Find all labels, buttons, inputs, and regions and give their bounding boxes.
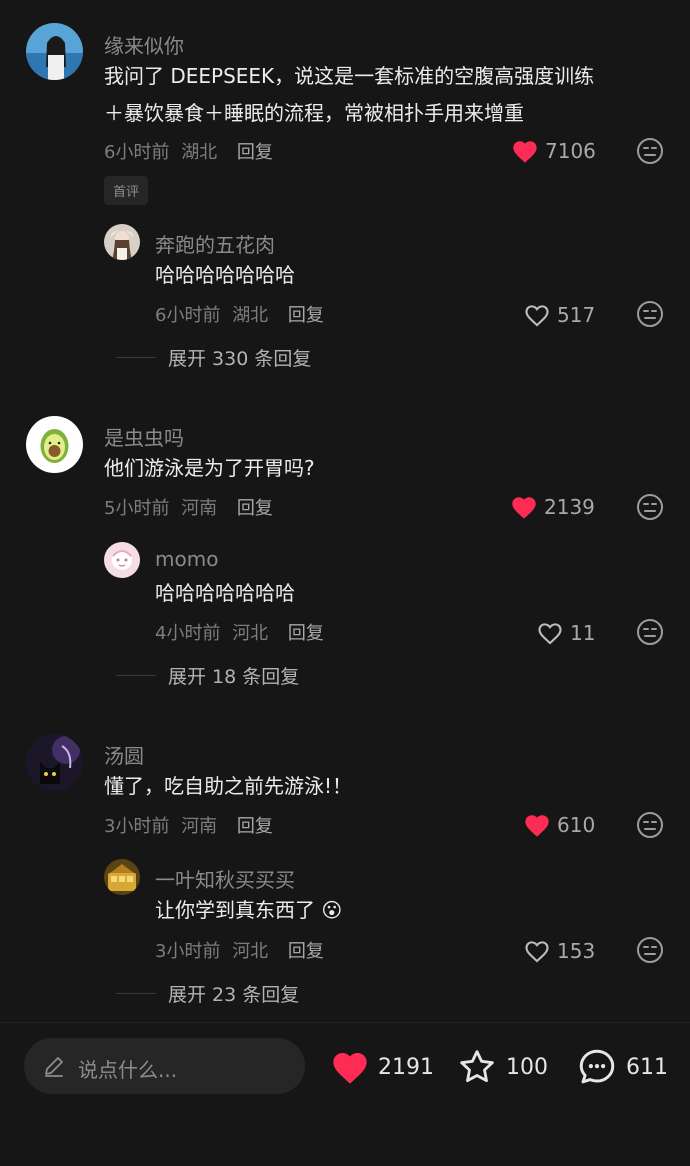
reply-time: 6小时前: [155, 305, 221, 326]
like-button[interactable]: 2139: [510, 492, 595, 522]
heart-filled-icon: [512, 497, 536, 519]
comment-username[interactable]: 是虫虫吗: [104, 422, 184, 451]
comment-text-line: 他们游泳是为了开胃吗?: [104, 456, 315, 480]
dislike-face-icon: [637, 937, 663, 963]
comment-meta: 3小时前 河南 回复: [104, 812, 273, 838]
like-count: 610: [557, 813, 596, 837]
expand-divider-line: [116, 356, 156, 358]
comment-text-line: ＋暴饮暴食＋睡眠的流程，常被相扑手用来增重: [104, 101, 524, 125]
heart-outline-icon: [525, 941, 549, 963]
star-icon: [460, 1050, 494, 1083]
dislike-face-icon: [637, 812, 663, 838]
expand-replies-label: 展开 23 条回复: [168, 983, 300, 1006]
comment-text-line: 我问了 DEEPSEEK，说这是一套标准的空腹高强度训练: [104, 64, 595, 88]
like-button[interactable]: 517: [523, 300, 595, 330]
like-count: 153: [557, 939, 596, 963]
dislike-face-icon: [637, 301, 663, 327]
comment-bubble-icon: [579, 1049, 615, 1084]
comment-location: 河南: [181, 498, 218, 519]
pencil-icon: [45, 1057, 63, 1077]
reply-button[interactable]: 回复: [237, 816, 273, 837]
like-button[interactable]: 7106: [511, 136, 596, 166]
dislike-button[interactable]: [636, 618, 666, 648]
dislike-button[interactable]: [636, 137, 666, 167]
reply-username[interactable]: momo: [155, 547, 218, 571]
reply-meta: 6小时前 湖北 回复: [155, 301, 324, 327]
heart-outline-icon: [538, 623, 562, 645]
comment-action[interactable]: 611: [576, 1045, 668, 1089]
reply-location: 湖北: [232, 305, 269, 326]
first-comment-badge: 首评: [104, 176, 149, 205]
reply-meta: 3小时前 河北 回复: [155, 937, 324, 963]
heart-filled-icon: [333, 1053, 367, 1084]
reply-location: 河北: [232, 623, 269, 644]
reply-avatar[interactable]: [104, 542, 140, 578]
expand-replies-button[interactable]: 展开 330 条回复: [116, 345, 312, 370]
expand-replies-button[interactable]: 展开 18 条回复: [116, 663, 300, 688]
dislike-button[interactable]: [636, 493, 666, 523]
reply-meta: 4小时前 河北 回复: [155, 619, 324, 645]
comment-location: 河南: [181, 816, 218, 837]
avatar[interactable]: [26, 416, 83, 473]
comment-input-placeholder: 说点什么...: [78, 1058, 178, 1082]
expand-replies-label: 展开 18 条回复: [168, 665, 300, 688]
favorite-count: 100: [506, 1054, 548, 1080]
like-count: 2139: [544, 495, 595, 519]
reply-avatar[interactable]: [104, 224, 140, 260]
reply-text: 哈哈哈哈哈哈哈: [155, 263, 295, 287]
comment-text-line: 懂了，吃自助之前先游泳!！: [104, 774, 353, 798]
reply-time: 4小时前: [155, 623, 221, 644]
reply-button[interactable]: 回复: [237, 498, 273, 519]
like-count: 517: [557, 303, 596, 327]
avatar[interactable]: [26, 734, 83, 791]
reply-button[interactable]: 回复: [288, 941, 324, 962]
dislike-face-icon: [637, 494, 663, 520]
expand-replies-button[interactable]: 展开 23 条回复: [116, 981, 300, 1006]
reply-username[interactable]: 一叶知秋买买买: [155, 864, 295, 893]
comment-meta: 6小时前 湖北 回复: [104, 138, 273, 164]
comment-location: 湖北: [181, 142, 218, 163]
favorite-action[interactable]: 100: [456, 1045, 548, 1089]
dislike-face-icon: [637, 138, 663, 164]
comment-username[interactable]: 缘来似你: [104, 30, 184, 59]
comment-time: 6小时前: [104, 142, 170, 163]
reply-avatar[interactable]: [104, 859, 140, 895]
reply-username[interactable]: 奔跑的五花肉: [155, 229, 275, 258]
like-button[interactable]: 610: [523, 810, 595, 840]
dislike-button[interactable]: [636, 936, 666, 966]
heart-filled-icon: [513, 141, 537, 163]
dislike-button[interactable]: [636, 811, 666, 841]
expand-divider-line: [116, 992, 156, 994]
like-count: 11: [570, 621, 596, 645]
reply-button[interactable]: 回复: [288, 623, 324, 644]
dislike-face-icon: [637, 619, 663, 645]
expand-replies-label: 展开 330 条回复: [168, 347, 312, 370]
comment-meta: 5小时前 河南 回复: [104, 494, 273, 520]
reply-text: 哈哈哈哈哈哈哈: [155, 581, 295, 605]
comment-list: 缘来似你 我问了 DEEPSEEK，说这是一套标准的空腹高强度训练 ＋暴饮暴食＋…: [0, 0, 690, 1022]
surprised-emoji: 😮: [321, 898, 343, 922]
reply-text: 让你学到真东西了: [155, 898, 315, 922]
comment-input[interactable]: 说点什么...: [24, 1038, 305, 1094]
like-count: 7106: [545, 139, 596, 163]
dislike-button[interactable]: [636, 300, 666, 330]
reply-time: 3小时前: [155, 941, 221, 962]
comment-username[interactable]: 汤圆: [104, 740, 144, 769]
heart-filled-icon: [525, 815, 549, 837]
like-count: 2191: [378, 1054, 434, 1080]
comment-count: 611: [626, 1054, 668, 1080]
reply-location: 河北: [232, 941, 269, 962]
like-button[interactable]: 153: [523, 936, 595, 966]
like-action[interactable]: 2191: [330, 1045, 434, 1089]
reply-button[interactable]: 回复: [237, 142, 273, 163]
avatar[interactable]: [26, 23, 83, 80]
comment-time: 3小时前: [104, 816, 170, 837]
comment-time: 5小时前: [104, 498, 170, 519]
expand-divider-line: [116, 674, 156, 676]
like-button[interactable]: 11: [536, 618, 595, 648]
reply-text-line: 让你学到真东西了 😮: [155, 892, 342, 929]
bottom-bar: 说点什么... 2191 100 611: [0, 1023, 690, 1166]
heart-outline-icon: [525, 305, 549, 327]
reply-button[interactable]: 回复: [288, 305, 324, 326]
